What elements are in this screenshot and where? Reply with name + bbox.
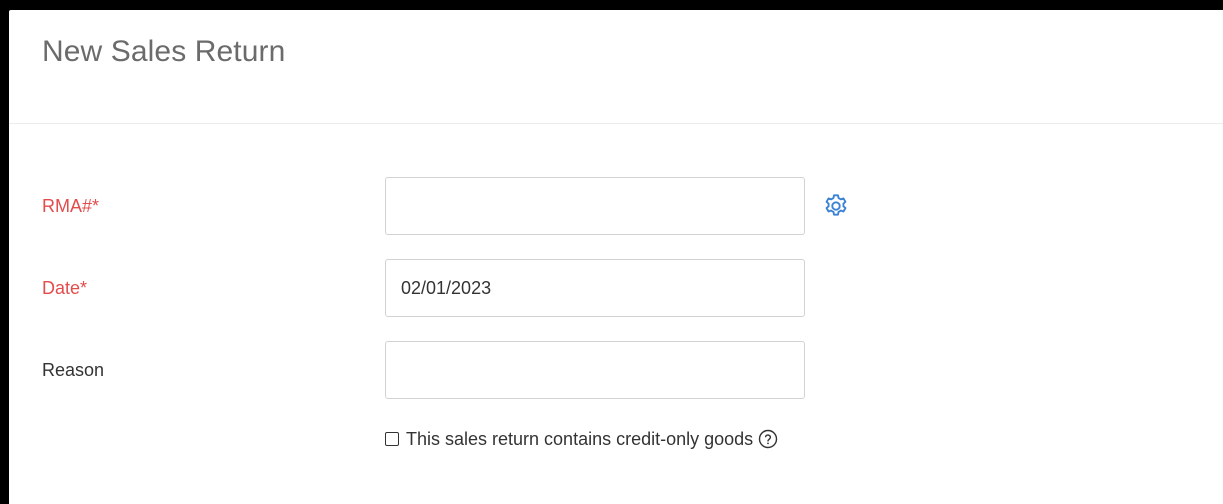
rma-label: RMA#* <box>42 196 100 216</box>
reason-row: Reason <box>9 341 1223 399</box>
page-title: New Sales Return <box>42 35 286 68</box>
reason-label: Reason <box>42 360 105 380</box>
rma-input[interactable] <box>385 177 805 235</box>
page-header: New Sales Return <box>9 10 1223 124</box>
credit-only-label: This sales return contains credit-only g… <box>406 428 754 449</box>
gear-icon[interactable] <box>822 192 850 220</box>
credit-only-row: This sales return contains credit-only g… <box>385 424 778 454</box>
date-input[interactable] <box>385 259 805 317</box>
date-label: Date* <box>42 278 88 298</box>
question-circle-icon[interactable] <box>758 429 778 449</box>
date-row: Date* <box>9 259 1223 317</box>
sales-return-form: New Sales Return RMA#* Date* Reason This… <box>9 10 1223 504</box>
rma-row: RMA#* <box>9 177 1223 235</box>
credit-only-checkbox[interactable] <box>385 432 399 446</box>
reason-input[interactable] <box>385 341 805 399</box>
